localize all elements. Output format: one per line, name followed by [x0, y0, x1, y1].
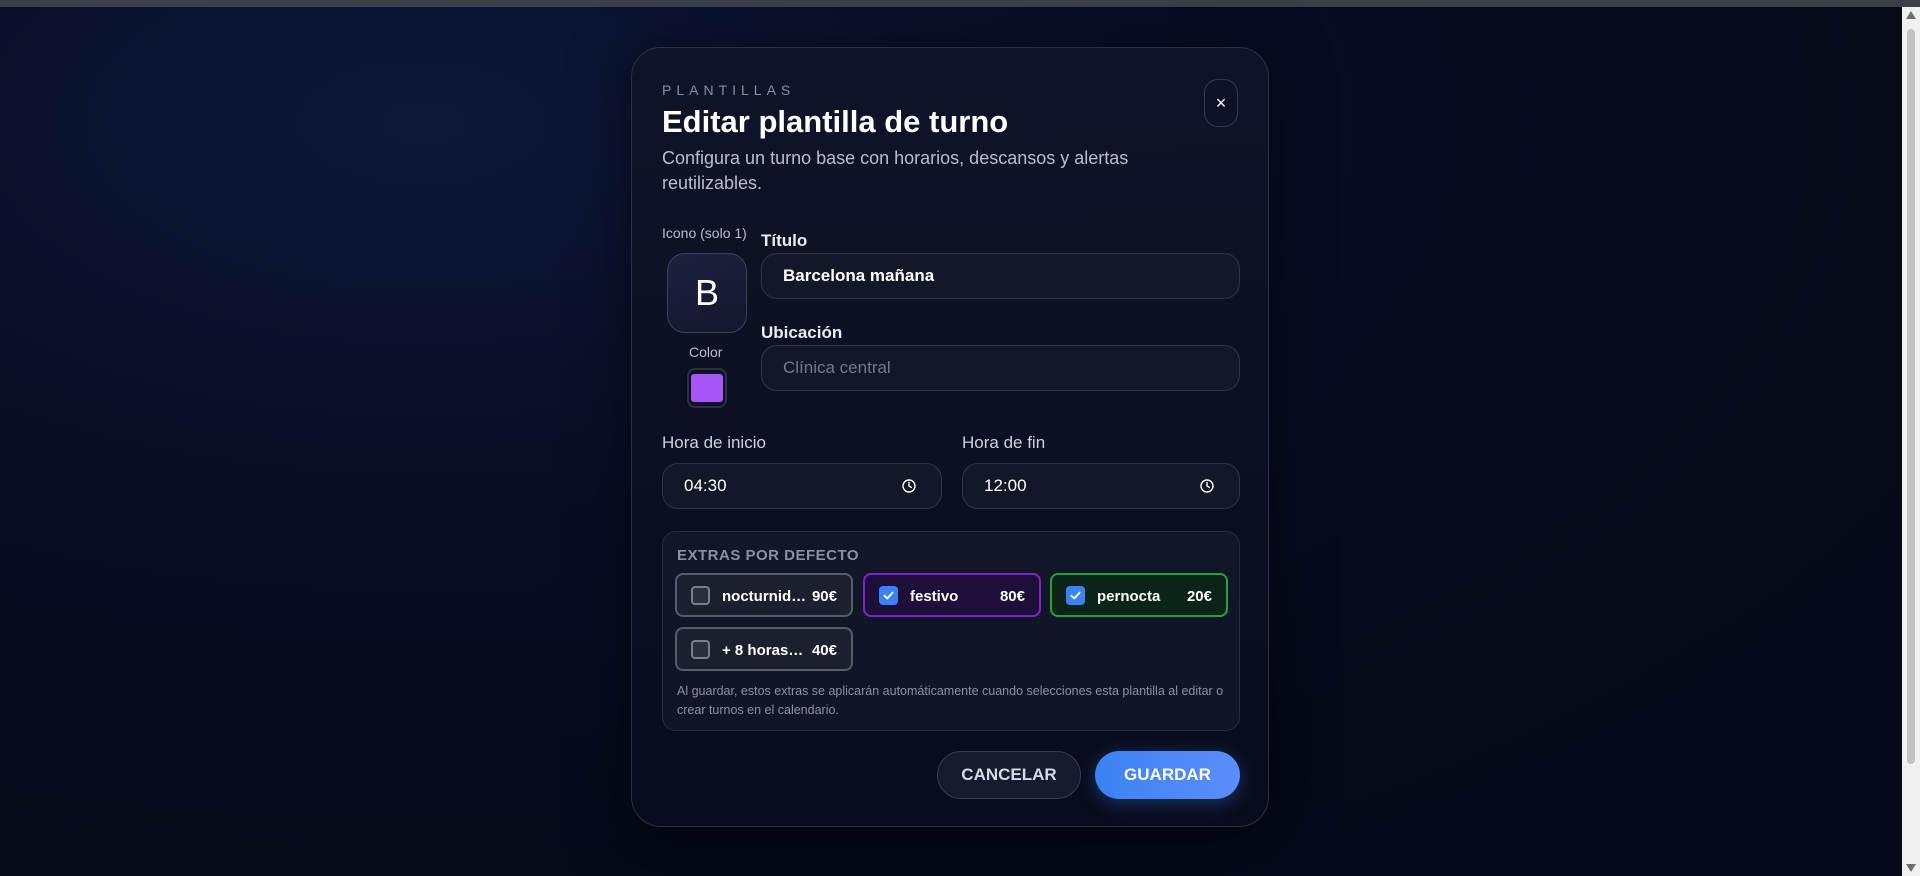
extra-name: pernocta	[1097, 588, 1161, 605]
extra-price: 40€	[811, 642, 837, 659]
end-time-label: Hora de fin	[962, 433, 1046, 452]
location-input[interactable]: Clínica central	[761, 345, 1240, 391]
extra-name: + 8 horas de trabajo	[722, 642, 807, 659]
extra-price: 90€	[811, 588, 837, 605]
extras-title: EXTRAS POR DEFECTO	[677, 547, 860, 564]
checkbox-checked-icon[interactable]	[1066, 586, 1085, 605]
scrollbar-thumb[interactable]	[1907, 29, 1915, 764]
save-button[interactable]: GUARDAR	[1095, 751, 1240, 799]
edit-template-modal: PLANTILLAS Editar plantilla de turno Con…	[631, 47, 1269, 827]
checkbox-unchecked-icon[interactable]	[691, 640, 710, 659]
modal-title: Editar plantilla de turno	[662, 104, 1009, 139]
browser-top-bar	[0, 0, 1920, 7]
extra-name: festivo	[910, 588, 959, 605]
start-time-input[interactable]: 04:30	[662, 463, 942, 509]
color-label: Color	[689, 344, 723, 360]
modal-subtitle: Configura un turno base con horarios, de…	[662, 148, 1129, 193]
extra-chip-8-horas[interactable]: + 8 horas de trabajo 40€	[675, 627, 853, 671]
checkbox-checked-icon[interactable]	[879, 586, 898, 605]
cancel-button[interactable]: CANCELAR	[937, 751, 1081, 799]
page-scrollbar[interactable]	[1902, 7, 1920, 876]
clock-icon[interactable]	[902, 479, 916, 493]
icon-picker[interactable]: B	[667, 253, 747, 333]
extra-chip-nocturnidad[interactable]: nocturnidad 90€	[675, 573, 853, 617]
close-button[interactable]: ×	[1204, 79, 1238, 127]
checkmark-icon	[1070, 591, 1081, 600]
default-extras-panel: EXTRAS POR DEFECTO nocturnidad 90€ festi…	[662, 531, 1240, 731]
scroll-up-arrow-icon[interactable]	[1906, 11, 1916, 19]
scroll-down-arrow-icon[interactable]	[1906, 864, 1916, 872]
end-time-value: 12:00	[984, 476, 1027, 495]
extra-chip-festivo[interactable]: festivo 80€	[863, 573, 1041, 617]
extra-price: 20€	[1186, 588, 1212, 605]
extra-price: 80€	[999, 588, 1025, 605]
extra-name: nocturnidad	[722, 588, 807, 605]
title-input[interactable]: Barcelona mañana	[761, 253, 1240, 299]
color-picker[interactable]	[687, 368, 727, 408]
checkbox-unchecked-icon[interactable]	[691, 586, 710, 605]
location-placeholder: Clínica central	[783, 358, 891, 377]
extras-note: Al guardar, estos extras se aplicarán au…	[677, 684, 1224, 717]
extra-chip-pernocta[interactable]: pernocta 20€	[1050, 573, 1228, 617]
end-time-input[interactable]: 12:00	[962, 463, 1240, 509]
icon-label: Icono (solo 1)	[662, 225, 747, 241]
start-time-value: 04:30	[684, 476, 727, 495]
location-label: Ubicación	[761, 323, 843, 342]
icon-value: B	[694, 272, 719, 313]
modal-eyebrow: PLANTILLAS	[662, 82, 796, 98]
start-time-label: Hora de inicio	[662, 433, 766, 452]
color-swatch	[691, 374, 723, 402]
title-label: Título	[761, 231, 808, 250]
checkmark-icon	[883, 591, 894, 600]
title-input-value: Barcelona mañana	[783, 266, 935, 285]
clock-icon[interactable]	[1200, 479, 1214, 493]
close-icon: ×	[1215, 92, 1227, 113]
